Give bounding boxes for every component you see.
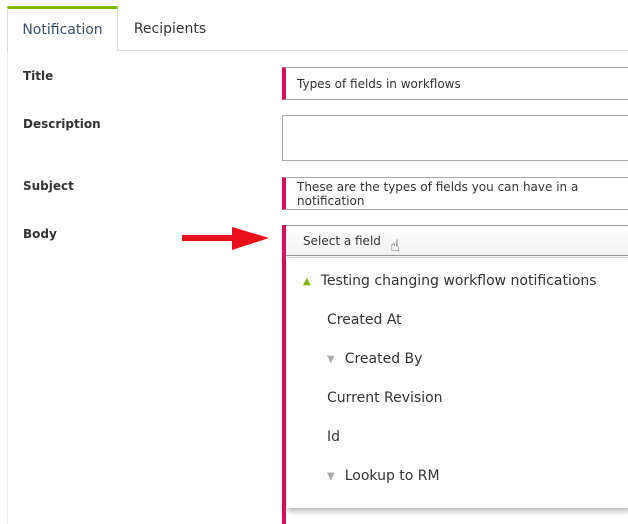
select-placeholder: Select a field <box>303 233 381 248</box>
item-label: Created By <box>344 351 423 367</box>
tab-recipients[interactable]: Recipients <box>118 6 222 51</box>
body-label: Body <box>23 227 57 241</box>
body-required-bar <box>282 225 286 524</box>
list-item[interactable]: Created At <box>327 312 402 328</box>
description-label: Description <box>23 117 101 131</box>
list-item[interactable]: Id <box>327 429 340 445</box>
list-item[interactable]: Current Revision <box>327 390 443 406</box>
body-field-select[interactable]: Select a field <box>286 225 628 256</box>
list-item[interactable]: ▼ Lookup to RM <box>327 468 440 484</box>
list-item[interactable]: ▼ Created By <box>327 351 422 367</box>
group-label: Testing changing workflow notifications <box>320 273 597 289</box>
item-label: Current Revision <box>327 390 443 406</box>
title-label: Title <box>23 69 54 83</box>
dropdown-group[interactable]: ▲ Testing changing workflow notifications <box>303 273 597 289</box>
annotation-arrow-icon <box>182 227 269 250</box>
subject-label: Subject <box>23 179 74 193</box>
chevron-up-icon: ▲ <box>303 275 311 287</box>
chevron-down-icon: ▼ <box>327 470 335 482</box>
item-label: Id <box>327 429 341 445</box>
panel-border <box>7 50 8 524</box>
subject-input[interactable]: These are the types of fields you can ha… <box>282 177 628 210</box>
item-label: Lookup to RM <box>344 468 440 484</box>
description-input[interactable] <box>282 115 628 161</box>
field-dropdown: ▲ Testing changing workflow notifications… <box>287 257 628 508</box>
tab-notification[interactable]: Notification <box>7 6 118 51</box>
item-label: Created At <box>327 312 402 328</box>
chevron-down-icon: ▼ <box>327 353 335 365</box>
hand-cursor-icon: ☝ <box>390 236 400 255</box>
title-input[interactable]: Types of fields in workflows <box>282 67 628 100</box>
